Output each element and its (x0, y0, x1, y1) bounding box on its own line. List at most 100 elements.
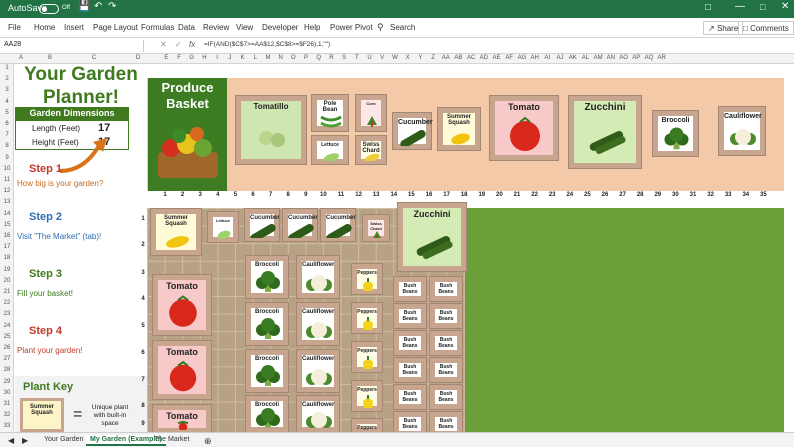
garden-plot-bush-beans[interactable]: Bush Beans (393, 276, 427, 314)
garden-plot-cauliflower[interactable]: Cauliflower (296, 255, 340, 299)
add-sheet-icon[interactable]: ⊕ (200, 435, 216, 448)
garden-plot-peppers[interactable]: Peppers (351, 263, 383, 296)
comments-button[interactable]: □ Comments (738, 21, 794, 35)
column-header[interactable]: AI (541, 55, 554, 61)
column-header[interactable]: M (262, 55, 275, 61)
column-header[interactable]: AM (592, 55, 605, 61)
garden-plot-cauliflower[interactable]: Cauliflower (296, 302, 340, 346)
garden-plot-zucchini[interactable]: Zucchini (397, 202, 467, 272)
garden-plot-peppers[interactable]: Peppers (351, 302, 383, 335)
column-header[interactable]: Z (427, 55, 440, 61)
row-header[interactable]: 32 (0, 412, 14, 418)
row-header[interactable]: 15 (0, 222, 14, 228)
length-value[interactable]: 17 (98, 122, 110, 134)
column-header[interactable]: AE (490, 55, 503, 61)
basket-item-tomato[interactable]: Tomato (489, 95, 559, 161)
tab-page-layout[interactable]: Page Layout (93, 23, 138, 32)
row-header[interactable]: 6 (0, 121, 14, 127)
column-header[interactable]: C (72, 55, 116, 61)
column-header[interactable]: AR (655, 55, 668, 61)
ribbon-display-icon[interactable]: □ (705, 2, 711, 13)
maximize-icon[interactable]: □ (760, 2, 765, 12)
row-header[interactable]: 2 (0, 76, 14, 82)
garden-plot-peppers[interactable]: Peppers (351, 380, 383, 413)
row-header[interactable]: 18 (0, 255, 14, 261)
garden-plot-chard[interactable]: Swiss Chard (362, 214, 390, 242)
close-icon[interactable]: ✕ (781, 1, 789, 12)
confirm-formula-icon[interactable]: ✓ (175, 40, 182, 49)
tab-home[interactable]: Home (34, 23, 55, 32)
garden-plot-cucumber[interactable]: Cucumber (282, 208, 318, 242)
garden-plot-cucumber[interactable]: Cucumber (244, 208, 280, 242)
column-header[interactable]: E (160, 55, 173, 61)
column-header[interactable]: AJ (554, 55, 567, 61)
basket-item-broccoli[interactable]: Broccoli (652, 110, 699, 157)
column-header[interactable]: H (198, 55, 211, 61)
garden-plot-bush-beans[interactable]: Bush Beans (429, 357, 463, 395)
column-header[interactable]: J (224, 55, 237, 61)
row-header[interactable]: 7 (0, 132, 14, 138)
row-header[interactable]: 29 (0, 379, 14, 385)
garden-plot-broccoli[interactable]: Broccoli (245, 255, 289, 299)
prev-sheet-icon[interactable]: ◀ (4, 435, 18, 446)
column-header[interactable]: W (389, 55, 402, 61)
insert-function-icon[interactable]: fx (189, 40, 195, 49)
garden-plot-lettuce[interactable]: Lettuce (207, 211, 239, 243)
column-header[interactable]: AO (617, 55, 630, 61)
garden-plot-cauliflower[interactable]: Cauliflower (296, 395, 340, 433)
row-header[interactable]: 24 (0, 323, 14, 329)
column-header[interactable]: AB (452, 55, 465, 61)
tab-data[interactable]: Data (178, 23, 195, 32)
column-header[interactable]: AF (503, 55, 516, 61)
garden-plot-tomato[interactable]: Tomato (152, 274, 212, 336)
column-header[interactable]: L (249, 55, 262, 61)
tab-review[interactable]: Review (203, 23, 229, 32)
garden-plot-broccoli[interactable]: Broccoli (245, 302, 289, 346)
search-icon[interactable]: ⚲ (377, 22, 384, 33)
column-header[interactable]: P (300, 55, 313, 61)
column-header[interactable]: AN (605, 55, 618, 61)
garden-plot-cucumber[interactable]: Cucumber (320, 208, 356, 242)
column-header[interactable]: Q (312, 55, 325, 61)
name-box[interactable]: AA28 (2, 40, 144, 52)
tab-view[interactable]: View (236, 23, 253, 32)
row-header[interactable]: 23 (0, 311, 14, 317)
row-header[interactable]: 8 (0, 143, 14, 149)
autosave-toggle[interactable] (39, 4, 59, 14)
row-header[interactable]: 20 (0, 278, 14, 284)
next-sheet-icon[interactable]: ▶ (18, 435, 32, 446)
basket-item-lettuce[interactable]: Lettuce (311, 135, 349, 165)
basket-item-zucchini[interactable]: Zucchini (568, 95, 642, 169)
row-header[interactable]: 3 (0, 87, 14, 93)
tab-insert[interactable]: Insert (64, 23, 84, 32)
redo-icon[interactable]: ↷ (108, 1, 116, 12)
row-header[interactable]: 19 (0, 267, 14, 273)
column-header[interactable]: D (116, 55, 160, 61)
column-header[interactable]: S (338, 55, 351, 61)
row-header[interactable]: 33 (0, 423, 14, 429)
garden-plot-bush-beans[interactable]: Bush Beans (393, 384, 427, 422)
formula-input[interactable]: =IF(AND($C$7>=AA$12,$C$8>=$F26),1,"") (204, 41, 330, 48)
column-header[interactable]: AC (465, 55, 478, 61)
column-header[interactable]: K (236, 55, 249, 61)
garden-plot-bush-beans[interactable]: Bush Beans (393, 303, 427, 341)
column-header[interactable]: AA (439, 55, 452, 61)
row-header[interactable]: 14 (0, 211, 14, 217)
row-header[interactable]: 30 (0, 390, 14, 396)
column-header[interactable]: AQ (643, 55, 656, 61)
row-header[interactable]: 1 (0, 65, 14, 71)
row-header[interactable]: 10 (0, 166, 14, 172)
row-header[interactable]: 5 (0, 110, 14, 116)
row-header[interactable]: 9 (0, 155, 14, 161)
column-header[interactable]: AP (630, 55, 643, 61)
garden-plot-broccoli[interactable]: Broccoli (245, 349, 289, 393)
basket-item-corn[interactable]: Corn (355, 94, 387, 132)
row-header[interactable]: 27 (0, 356, 14, 362)
undo-icon[interactable]: ↶ (94, 1, 102, 12)
row-header[interactable]: 25 (0, 334, 14, 340)
garden-plot-bush-beans[interactable]: Bush Beans (429, 384, 463, 422)
row-header[interactable]: 13 (0, 199, 14, 205)
row-header[interactable]: 21 (0, 289, 14, 295)
basket-item-tomatillo[interactable]: Tomatillo (235, 95, 307, 165)
row-header[interactable]: 26 (0, 345, 14, 351)
